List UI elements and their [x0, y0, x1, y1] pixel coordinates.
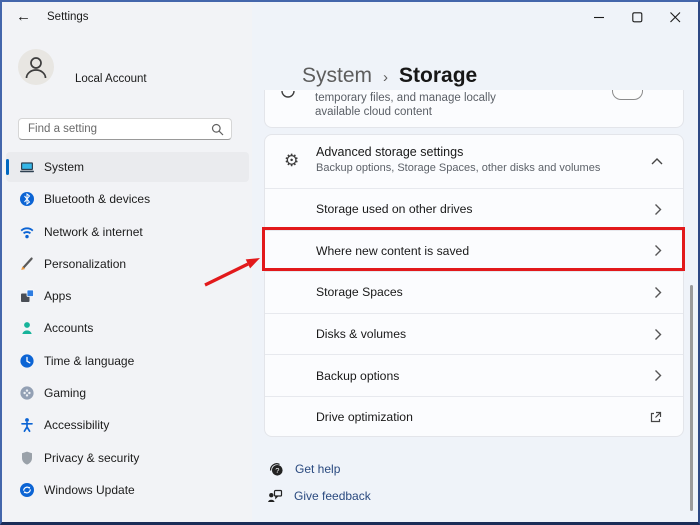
storage-sense-description: temporary files, and manage locally avai…: [315, 91, 496, 119]
minimize-button[interactable]: [580, 2, 618, 32]
accounts-person-icon: [19, 320, 35, 336]
minimize-icon: [594, 12, 605, 23]
sidebar-item-windows-update[interactable]: Windows Update: [6, 475, 249, 505]
sidebar-item-accounts[interactable]: Accounts: [6, 313, 249, 343]
advanced-storage-expander[interactable]: ⚙ Advanced storage settings Backup optio…: [265, 135, 683, 188]
chevron-right-icon: [654, 286, 662, 299]
row-disks-volumes[interactable]: Disks & volumes: [265, 313, 683, 355]
sidebar-item-bluetooth-devices[interactable]: Bluetooth & devices: [6, 184, 249, 214]
bluetooth-icon: [19, 191, 35, 207]
person-icon: [18, 49, 54, 85]
row-label: Storage Spaces: [316, 285, 403, 299]
sidebar-item-system[interactable]: System: [6, 152, 249, 182]
breadcrumb-system[interactable]: System: [302, 64, 372, 88]
get-help-link[interactable]: ? Get help: [268, 461, 340, 477]
expander-title: Advanced storage settings: [316, 145, 463, 159]
sidebar-item-label: Gaming: [44, 386, 86, 400]
chevron-up-icon: [651, 158, 663, 165]
sidebar-item-label: Apps: [44, 289, 71, 303]
expander-subtitle: Backup options, Storage Spaces, other di…: [316, 162, 600, 174]
row-label: Drive optimization: [316, 410, 413, 424]
account-name: Local Account: [75, 73, 147, 85]
breadcrumb-separator: ›: [383, 67, 388, 86]
sidebar-item-label: Bluetooth & devices: [44, 192, 150, 206]
avatar[interactable]: [18, 49, 54, 85]
network-wifi-icon: [19, 224, 35, 240]
personalization-brush-icon: [19, 256, 35, 272]
external-link-icon: [649, 411, 662, 424]
row-drive-optimization[interactable]: Drive optimization: [265, 396, 683, 437]
sidebar-item-label: Network & internet: [44, 225, 143, 239]
sidebar-item-label: Accessibility: [44, 418, 109, 432]
update-arrows-icon: [19, 482, 35, 498]
sidebar-item-time-language[interactable]: Time & language: [6, 346, 249, 376]
scrollbar-thumb[interactable]: [690, 285, 693, 511]
give-feedback-link[interactable]: Give feedback: [267, 488, 371, 504]
search-placeholder: Find a setting: [28, 123, 97, 135]
sidebar-item-accessibility[interactable]: Accessibility: [6, 410, 249, 440]
sidebar-item-gaming[interactable]: Gaming: [6, 378, 249, 408]
row-storage-used-other-drives[interactable]: Storage used on other drives: [265, 188, 683, 230]
breadcrumb: System › Storage: [302, 64, 477, 88]
sidebar-item-label: Accounts: [44, 321, 93, 335]
row-where-new-content-saved[interactable]: Where new content is saved: [265, 230, 683, 272]
sidebar-item-label: Privacy & security: [44, 451, 139, 465]
toggle-switch-fragment[interactable]: [612, 90, 643, 100]
row-label: Where new content is saved: [316, 244, 469, 258]
row-label: Storage used on other drives: [316, 202, 473, 216]
accessibility-person-icon: [19, 417, 35, 433]
chevron-right-icon: [654, 369, 662, 382]
row-storage-spaces[interactable]: Storage Spaces: [265, 271, 683, 313]
sidebar-item-label: Windows Update: [44, 483, 135, 497]
system-laptop-icon: [19, 159, 35, 175]
page-title: Storage: [399, 64, 477, 88]
row-backup-options[interactable]: Backup options: [265, 354, 683, 396]
sidebar-item-label: System: [44, 160, 84, 174]
give-feedback-label: Give feedback: [294, 489, 371, 503]
search-icon: [211, 123, 224, 137]
storage-sense-icon-fragment: [280, 90, 296, 99]
chevron-right-icon: [654, 328, 662, 341]
sidebar-item-label: Personalization: [44, 257, 126, 271]
maximize-button[interactable]: [618, 2, 656, 32]
close-icon: [670, 12, 681, 23]
chevron-right-icon: [654, 244, 662, 257]
sidebar-item-network-internet[interactable]: Network & internet: [6, 217, 249, 247]
search-input[interactable]: Find a setting: [18, 118, 232, 140]
sidebar-item-apps[interactable]: Apps: [6, 281, 249, 311]
apps-grid-icon: [19, 288, 35, 304]
settings-window: ← Settings Local Account Find a setting: [0, 0, 700, 525]
give-feedback-icon: [267, 488, 283, 504]
window-controls: [580, 2, 694, 32]
sidebar-nav: System Bluetooth & devices Network & int…: [6, 152, 249, 507]
row-label: Backup options: [316, 369, 399, 383]
clock-icon: [19, 353, 35, 369]
shield-icon: [19, 450, 35, 466]
gear-icon: ⚙: [284, 152, 299, 169]
back-button[interactable]: ←: [16, 8, 31, 25]
get-help-label: Get help: [295, 462, 340, 476]
sidebar-item-privacy-security[interactable]: Privacy & security: [6, 443, 249, 473]
maximize-icon: [632, 12, 643, 23]
window-title: Settings: [47, 11, 89, 23]
storage-sense-card-partial[interactable]: temporary files, and manage locally avai…: [264, 90, 684, 128]
row-label: Disks & volumes: [316, 327, 406, 341]
svg-text:?: ?: [275, 466, 279, 475]
sidebar-item-label: Time & language: [44, 354, 134, 368]
chevron-right-icon: [654, 203, 662, 216]
get-help-icon: ?: [268, 461, 284, 477]
advanced-storage-card: ⚙ Advanced storage settings Backup optio…: [264, 134, 684, 437]
sidebar-item-personalization[interactable]: Personalization: [6, 249, 249, 279]
gaming-xbox-icon: [19, 385, 35, 401]
selected-accent-bar: [6, 159, 9, 175]
close-button[interactable]: [656, 2, 694, 32]
